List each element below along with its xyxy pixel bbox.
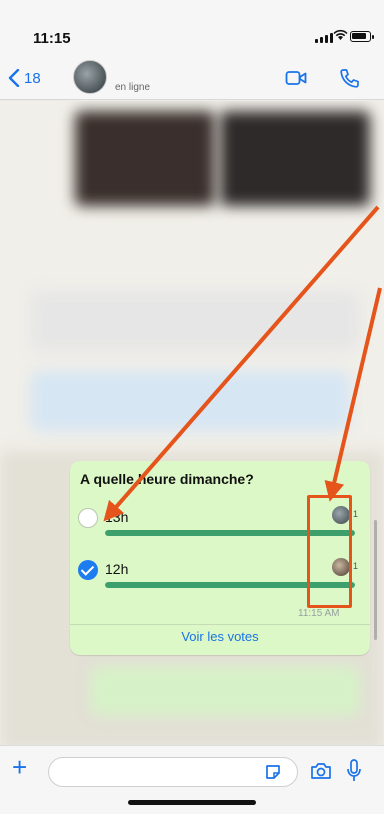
contact-status: en ligne xyxy=(115,82,151,93)
annotation-highlight-box xyxy=(307,495,352,608)
status-time: 11:15 xyxy=(33,30,71,47)
phone-screen: 11:15 18 en ligne A quelle heure dimanch… xyxy=(0,0,384,814)
input-bar: + xyxy=(0,745,384,814)
scrollbar[interactable] xyxy=(374,520,377,640)
blurred-message xyxy=(30,291,360,351)
radio-unchecked-icon[interactable] xyxy=(78,508,98,528)
contact-avatar[interactable] xyxy=(73,60,107,94)
poll-divider xyxy=(70,624,370,625)
signal-icon xyxy=(315,33,335,43)
blurred-photo xyxy=(75,111,215,206)
plus-icon[interactable]: + xyxy=(12,754,27,780)
phone-icon[interactable] xyxy=(338,68,360,88)
vote-count: 1 xyxy=(353,509,359,519)
battery-icon xyxy=(350,31,374,42)
back-button[interactable]: 18 xyxy=(8,66,41,90)
blurred-message xyxy=(90,666,360,716)
status-bar: 11:15 xyxy=(0,0,384,56)
message-input[interactable] xyxy=(48,757,298,787)
chevron-left-icon xyxy=(8,69,20,87)
poll-question: A quelle heure dimanche? xyxy=(80,471,254,487)
vote-count: 1 xyxy=(353,561,359,571)
radio-checked-icon[interactable] xyxy=(78,560,98,580)
poll-option-label: 13h xyxy=(105,509,129,525)
wifi-icon xyxy=(333,29,348,44)
back-count: 18 xyxy=(24,69,41,87)
home-indicator xyxy=(128,800,256,805)
sticker-icon[interactable] xyxy=(264,763,282,781)
camera-icon[interactable] xyxy=(310,761,332,781)
chat-header: 18 en ligne xyxy=(0,56,384,100)
message-timestamp: 11:15 AM xyxy=(298,608,340,619)
blurred-photo xyxy=(220,111,370,206)
view-votes-button[interactable]: Voir les votes xyxy=(70,629,370,644)
blurred-message xyxy=(30,371,350,431)
microphone-icon[interactable] xyxy=(347,759,361,783)
poll-option-label: 12h xyxy=(105,561,129,577)
video-camera-icon[interactable] xyxy=(285,68,307,88)
